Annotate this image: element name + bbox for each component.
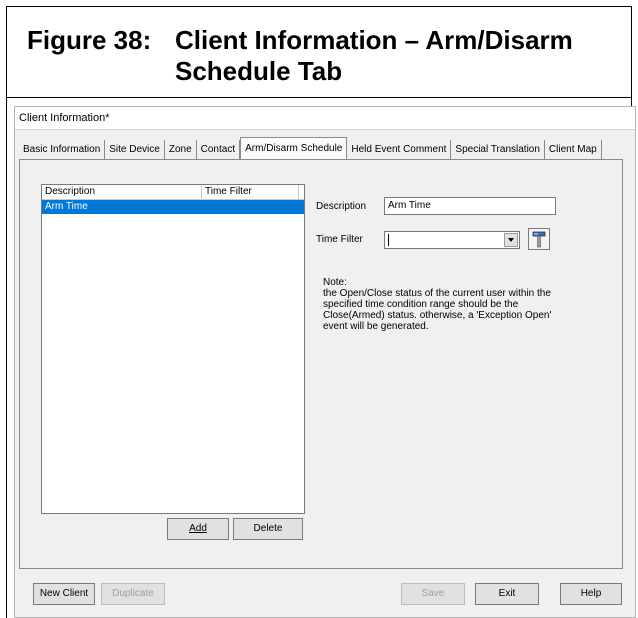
tab-panel: Description Time Filter Arm Time Add Del…: [19, 159, 623, 569]
delete-button[interactable]: Delete: [233, 518, 303, 540]
time-filter-edit-button[interactable]: [528, 228, 550, 250]
time-filter-select[interactable]: [384, 231, 520, 249]
list-header: Description Time Filter: [42, 185, 304, 200]
delete-button-label: Delete: [253, 523, 283, 534]
tab-held-event-comment[interactable]: Held Event Comment: [347, 140, 452, 159]
tab-site-device[interactable]: Site Device: [105, 140, 165, 159]
save-button-label: Save: [421, 588, 445, 599]
tab-special-translation[interactable]: Special Translation: [451, 140, 545, 159]
schedule-list[interactable]: Description Time Filter Arm Time: [41, 184, 305, 514]
duplicate-button[interactable]: Duplicate: [101, 583, 165, 605]
duplicate-button-label: Duplicate: [112, 588, 154, 599]
description-label: Description: [316, 201, 367, 212]
add-button-label: Add: [189, 523, 207, 534]
column-header-description[interactable]: Description: [42, 185, 202, 199]
window-title: Client Information*: [15, 107, 635, 130]
figure-title-line2: Schedule Tab: [175, 56, 343, 86]
tab-zone[interactable]: Zone: [165, 140, 197, 159]
tab-arm-disarm-schedule[interactable]: Arm/Disarm Schedule: [240, 137, 348, 159]
description-field[interactable]: Arm Time: [384, 197, 556, 215]
help-button[interactable]: Help: [560, 583, 622, 605]
figure-title-line1: Client Information – Arm/Disarm: [175, 25, 573, 55]
list-item-description: Arm Time: [45, 201, 88, 212]
help-button-label: Help: [580, 588, 602, 599]
time-filter-label: Time Filter: [316, 234, 363, 245]
note-block: Note: the Open/Close status of the curre…: [323, 277, 593, 332]
save-button[interactable]: Save: [401, 583, 465, 605]
column-header-time-filter[interactable]: Time Filter: [202, 185, 299, 199]
list-item[interactable]: Arm Time: [42, 200, 304, 214]
tab-basic-information[interactable]: Basic Information: [19, 140, 106, 159]
note-line: Close(Armed) status. otherwise, a 'Excep…: [323, 310, 552, 321]
tab-contact[interactable]: Contact: [197, 140, 241, 159]
new-client-button[interactable]: New Client: [33, 583, 95, 605]
figure-caption: Figure 38: Client Information – Arm/Disar…: [27, 25, 573, 87]
chevron-down-icon[interactable]: [504, 233, 518, 247]
hammer-tool-icon: [532, 231, 546, 248]
exit-button[interactable]: Exit: [475, 583, 539, 605]
client-information-window: Client Information* Basic Information Si…: [14, 106, 636, 618]
figure-caption-box: Figure 38: Client Information – Arm/Disar…: [6, 6, 632, 98]
note-line: the Open/Close status of the current use…: [323, 288, 551, 299]
new-client-button-label: New Client: [39, 588, 89, 599]
note-line: specified time condition range should be…: [323, 299, 519, 310]
text-caret: [388, 234, 389, 246]
note-line: event will be generated.: [323, 321, 429, 332]
figure-number: Figure 38:: [27, 25, 152, 55]
list-item-time-filter: [202, 200, 302, 214]
tab-strip: Basic Information Site Device Zone Conta…: [19, 137, 602, 160]
note-heading: Note:: [323, 277, 347, 288]
add-button[interactable]: Add: [167, 518, 229, 540]
exit-button-label: Exit: [498, 588, 516, 599]
tab-client-map[interactable]: Client Map: [545, 140, 602, 159]
